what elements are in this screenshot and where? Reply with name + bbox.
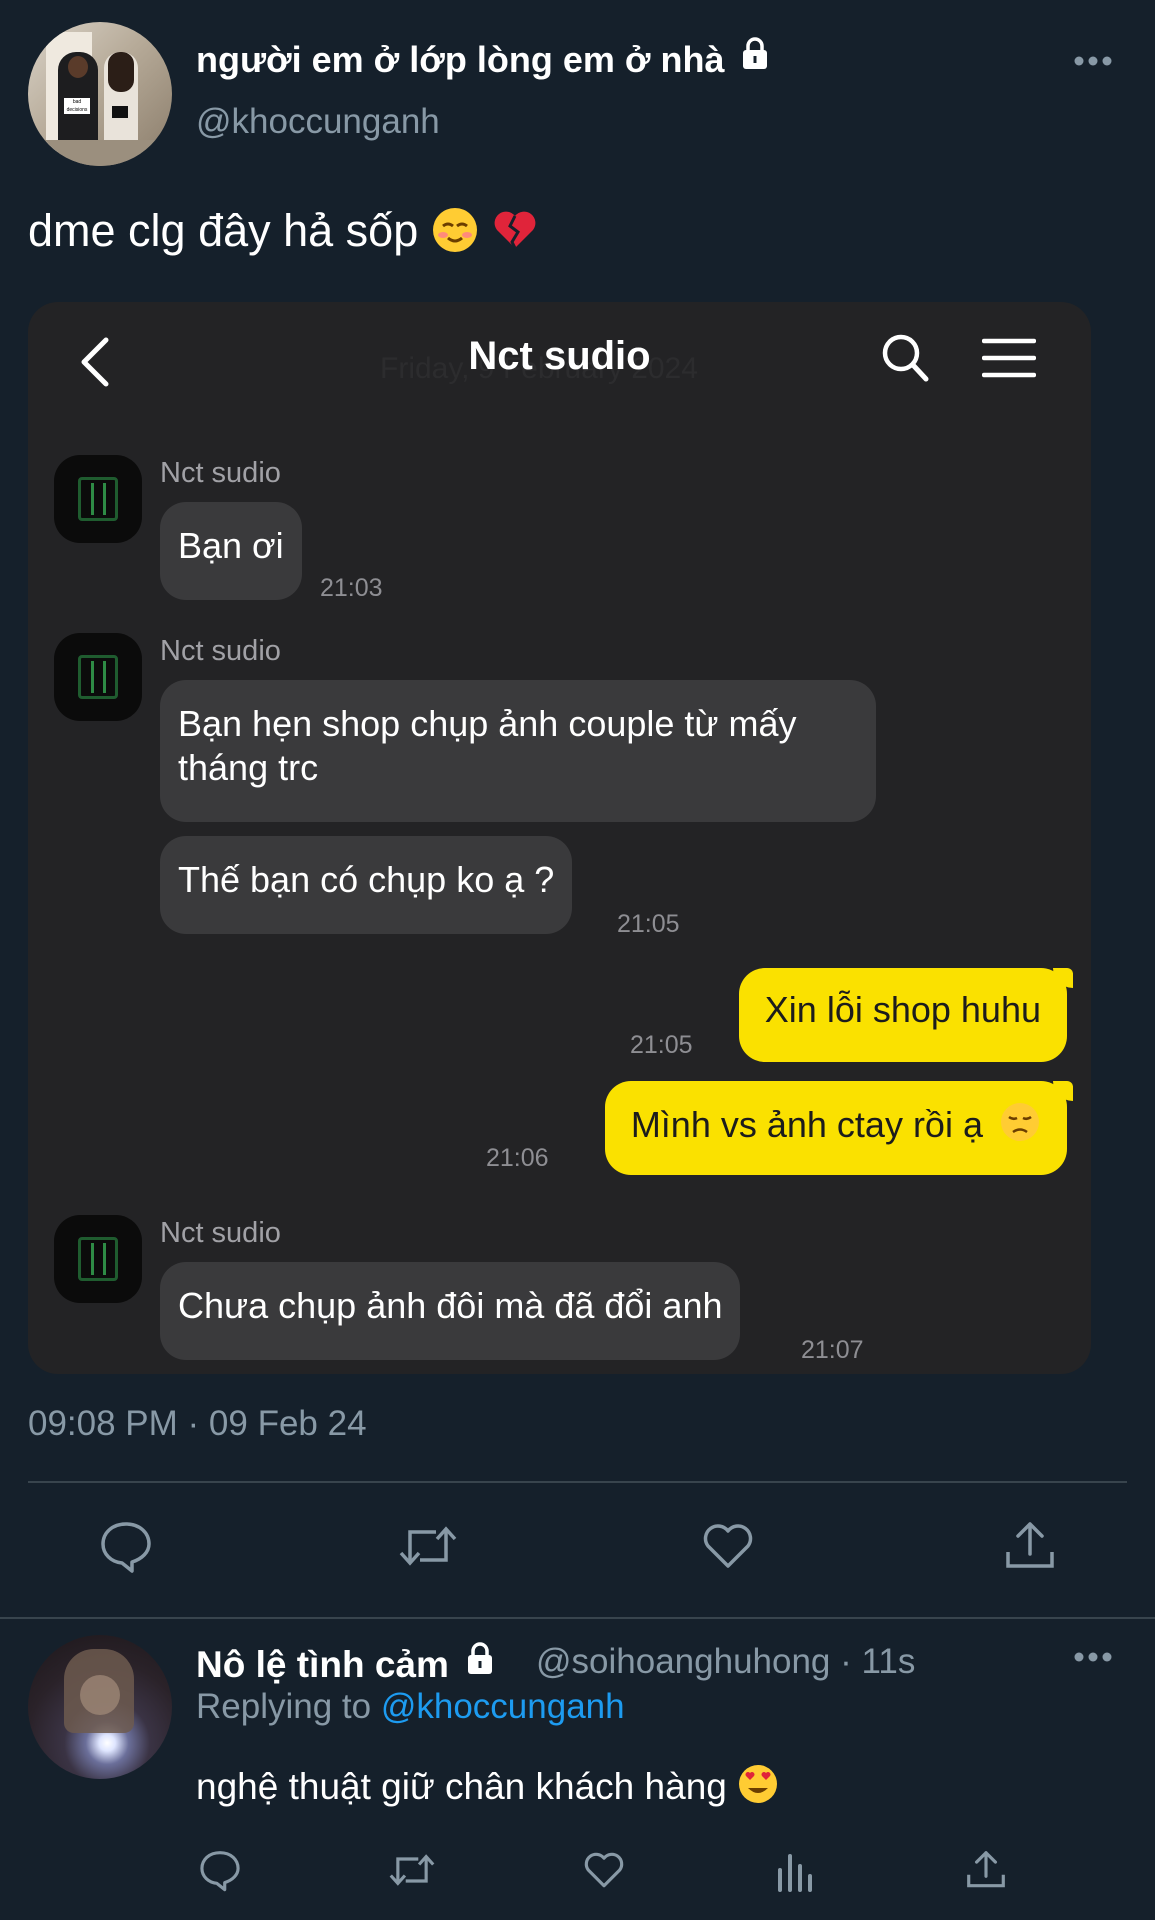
reply-author-avatar[interactable] <box>28 1635 172 1779</box>
heart-icon[interactable] <box>700 1518 756 1579</box>
divider <box>28 1481 1127 1483</box>
chat-title: Nct sudio <box>468 334 651 378</box>
reply-bubble-icon[interactable] <box>98 1518 154 1579</box>
message-time: 21:06 <box>486 1144 549 1172</box>
message-sender: Nct sudio <box>160 457 281 489</box>
replying-to-line: Replying to @khoccunganh <box>196 1687 625 1727</box>
message-sender: Nct sudio <box>160 635 281 667</box>
section-separator <box>0 1617 1155 1619</box>
message-bubble-incoming[interactable]: Thế bạn có chụp ko ạ ? <box>160 836 573 934</box>
message-time: 21:03 <box>320 574 383 602</box>
share-upload-icon[interactable] <box>1002 1518 1058 1579</box>
message-time: 21:05 <box>617 910 680 938</box>
bar-chart-icon[interactable] <box>776 1848 816 1897</box>
smiling-blush-emoji-icon <box>431 206 479 265</box>
shop-avatar[interactable] <box>54 455 142 543</box>
retweet-icon[interactable] <box>388 1848 436 1897</box>
lock-icon <box>740 36 770 79</box>
author-name-text: người em ở lớp lòng em ở nhà <box>196 39 725 80</box>
shop-logo-icon <box>78 655 118 699</box>
reply-age: · 11s <box>840 1642 916 1681</box>
author-avatar[interactable]: bad decisions <box>28 22 172 166</box>
hamburger-menu-icon[interactable] <box>981 338 1037 383</box>
message-bubble-incoming[interactable]: Chưa chụp ảnh đôi mà đã đổi anh <box>160 1262 741 1360</box>
share-upload-icon[interactable] <box>964 1848 1008 1897</box>
message-bubble-outgoing[interactable]: Mình vs ảnh ctay rồi ạ <box>604 1081 1074 1175</box>
reply-display-name[interactable]: Nô lệ tình cảm <box>196 1641 495 1686</box>
tweet-text: dme clg đây hả sốp <box>28 205 539 265</box>
lock-icon <box>465 1641 495 1684</box>
attached-chat-image[interactable]: Friday, 9 February 2024 Nct sudio Nct su… <box>28 302 1091 1374</box>
message-time: 21:05 <box>630 1031 693 1059</box>
avatar-person-left: bad decisions <box>58 52 98 152</box>
reply-handle: @soihoanghuhong <box>536 1642 831 1681</box>
replying-to-mention-link[interactable]: @khoccunganh <box>381 1687 625 1726</box>
shop-logo-icon <box>78 1237 118 1281</box>
message-bubble-outgoing[interactable]: Xin lỗi shop huhu <box>738 968 1074 1062</box>
heart-icon[interactable] <box>582 1848 626 1897</box>
retweet-icon[interactable] <box>398 1518 458 1579</box>
heart-eyes-emoji-icon <box>737 1763 779 1814</box>
shop-logo-icon <box>78 477 118 521</box>
author-display-name[interactable]: người em ở lớp lòng em ở nhà <box>196 36 770 81</box>
reply-text: nghệ thuật giữ chân khách hàng <box>196 1763 779 1814</box>
more-dots-icon[interactable] <box>1074 54 1112 72</box>
message-time: 21:07 <box>801 1336 864 1364</box>
shop-avatar[interactable] <box>54 1215 142 1303</box>
reply-name-text: Nô lệ tình cảm <box>196 1644 449 1685</box>
tweet-timestamp[interactable]: 09:08 PM · 09 Feb 24 <box>28 1404 367 1444</box>
reply-handle-and-age[interactable]: @soihoanghuhong · 11s <box>536 1642 915 1682</box>
reply-text-content: nghệ thuật giữ chân khách hàng <box>196 1766 727 1807</box>
more-dots-icon[interactable] <box>1074 1650 1112 1668</box>
message-sender: Nct sudio <box>160 1217 281 1249</box>
author-handle[interactable]: @khoccunganh <box>196 102 440 142</box>
message-bubble-incoming[interactable]: Bạn hẹn shop chụp ảnh couple từ mấy thán… <box>160 680 876 822</box>
message-text: Mình vs ảnh ctay rồi ạ <box>630 1104 983 1145</box>
broken-heart-emoji-icon <box>491 206 539 265</box>
shop-avatar[interactable] <box>54 633 142 721</box>
replying-to-label: Replying to <box>196 1687 372 1726</box>
reply-bubble-icon[interactable] <box>198 1848 242 1897</box>
tweet-text-content: dme clg đây hả sốp <box>28 205 419 256</box>
message-bubble-incoming[interactable]: Bạn ơi <box>160 502 302 600</box>
avatar-tag: bad decisions <box>64 98 90 114</box>
search-icon[interactable] <box>880 332 930 389</box>
disappointed-face-emoji-icon <box>999 1101 1041 1153</box>
avatar-person-right <box>104 52 138 152</box>
